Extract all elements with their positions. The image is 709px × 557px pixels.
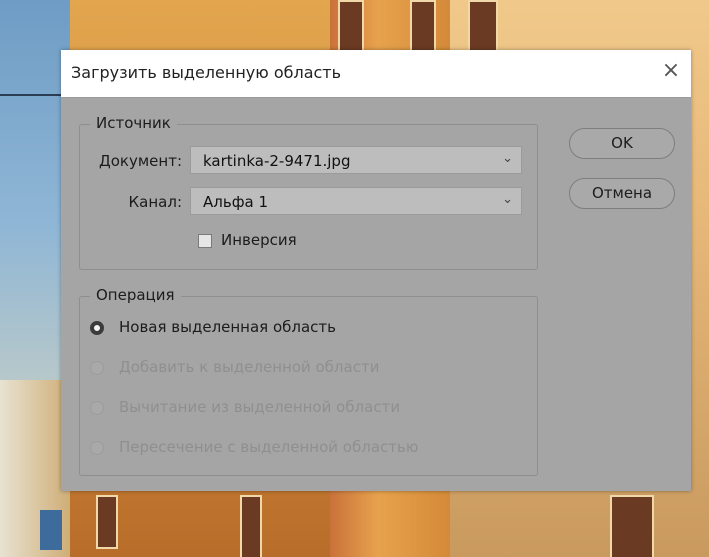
radio-new-selection[interactable] bbox=[90, 321, 104, 335]
source-legend: Источник bbox=[90, 114, 177, 132]
document-label: Документ: bbox=[99, 152, 182, 170]
radio-label-add-to-selection[interactable]: Добавить к выделенной области bbox=[119, 358, 379, 376]
chevron-down-icon: ⌄ bbox=[502, 151, 513, 166]
operation-legend: Операция bbox=[90, 286, 181, 304]
title-bar: Загрузить выделенную область × bbox=[61, 50, 691, 98]
window bbox=[240, 495, 262, 557]
power-wire bbox=[0, 94, 70, 96]
document-select[interactable]: kartinka-2-9471.jpg ⌄ bbox=[190, 146, 522, 174]
blue-shutter bbox=[40, 510, 62, 550]
channel-select[interactable]: Альфа 1 ⌄ bbox=[190, 187, 522, 215]
document-value: kartinka-2-9471.jpg bbox=[203, 152, 351, 170]
radio-label-new-selection[interactable]: Новая выделенная область bbox=[119, 318, 336, 336]
window bbox=[96, 495, 118, 549]
invert-label[interactable]: Инверсия bbox=[221, 231, 297, 249]
window bbox=[610, 495, 654, 557]
load-selection-dialog: Загрузить выделенную область × Источник … bbox=[61, 50, 691, 491]
invert-checkbox[interactable] bbox=[198, 234, 212, 248]
ok-button[interactable]: OK bbox=[569, 128, 675, 159]
window bbox=[338, 0, 364, 52]
close-icon[interactable]: × bbox=[659, 59, 683, 83]
channel-value: Альфа 1 bbox=[203, 193, 269, 211]
dialog-title: Загрузить выделенную область bbox=[71, 63, 342, 82]
radio-add-to-selection[interactable] bbox=[90, 361, 104, 375]
radio-intersect-selection[interactable] bbox=[90, 441, 104, 455]
chevron-down-icon: ⌄ bbox=[502, 192, 513, 207]
radio-label-intersect-selection[interactable]: Пересечение с выделенной областью bbox=[119, 438, 418, 456]
channel-label: Канал: bbox=[128, 193, 182, 211]
cancel-button[interactable]: Отмена bbox=[569, 178, 675, 209]
window bbox=[410, 0, 436, 52]
radio-label-subtract-from-selection[interactable]: Вычитание из выделенной области bbox=[119, 398, 400, 416]
radio-subtract-from-selection[interactable] bbox=[90, 401, 104, 415]
window bbox=[468, 0, 498, 52]
